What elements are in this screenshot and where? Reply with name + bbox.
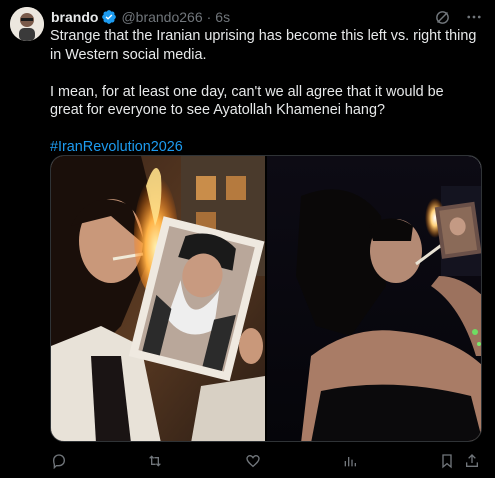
reply-icon[interactable] <box>51 453 67 469</box>
header-actions <box>433 8 483 26</box>
author-handle[interactable]: @brando266 <box>121 9 202 25</box>
tweet-header: brando @brando266 · 6s <box>51 8 230 26</box>
grok-icon[interactable] <box>433 8 451 26</box>
tweet[interactable]: brando @brando266 · 6s Strange that the … <box>0 0 495 478</box>
more-icon[interactable] <box>465 8 483 26</box>
tweet-text: Strange that the Iranian uprising has be… <box>50 27 480 157</box>
author-name[interactable]: brando <box>51 9 98 25</box>
media-image-left[interactable] <box>51 156 265 442</box>
verified-badge-icon <box>101 9 117 25</box>
timestamp[interactable]: 6s <box>215 9 230 25</box>
hashtag-link[interactable]: #IranRevolution2026 <box>50 139 183 155</box>
tweet-paragraph-1: Strange that the Iranian uprising has be… <box>50 28 477 63</box>
share-icon[interactable] <box>464 453 480 469</box>
like-icon[interactable] <box>245 453 261 469</box>
tweet-paragraph-2: I mean, for at least one day, can't we a… <box>50 83 444 119</box>
retweet-icon[interactable] <box>147 453 163 469</box>
media-image-right[interactable] <box>267 156 482 442</box>
separator-dot: · <box>206 9 212 25</box>
tweet-actions <box>50 453 482 473</box>
bookmark-icon[interactable] <box>439 453 455 469</box>
views-icon[interactable] <box>342 453 358 469</box>
avatar[interactable] <box>10 7 44 41</box>
media-grid[interactable] <box>50 155 482 442</box>
